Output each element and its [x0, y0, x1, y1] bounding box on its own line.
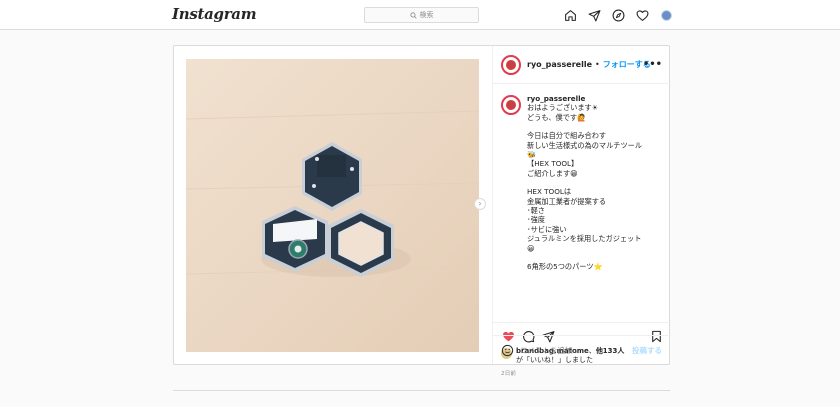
caption-line: ジュラルミンを採用したガジェット [527, 234, 642, 244]
author-avatar[interactable] [501, 54, 521, 75]
post-comment-button[interactable]: 投稿する [632, 345, 662, 356]
home-icon[interactable] [563, 8, 577, 22]
post-card: › ryo_passerelle • フォローする ••• ryo_passer… [173, 45, 671, 377]
caption-username[interactable]: ryo_passerelle [527, 94, 585, 103]
caption-author-avatar[interactable] [501, 95, 521, 115]
caption-text: ryo_passerelle おはようございます☀ どうも、僕です🙋 今日は自分… [527, 94, 642, 322]
caption-line: どうも、僕です🙋 [527, 112, 587, 122]
explore-icon[interactable] [611, 8, 625, 22]
post-caption: ryo_passerelle おはようございます☀ どうも、僕です🙋 今日は自分… [501, 94, 669, 322]
post-photo[interactable] [186, 59, 479, 352]
caption-line [527, 122, 642, 131]
author-username[interactable]: ryo_passerelle [527, 60, 592, 69]
search-placeholder: 検索 [419, 11, 434, 19]
post-date[interactable]: 2日前 [501, 369, 516, 377]
profile-avatar-image [660, 10, 672, 21]
post-header: ryo_passerelle • フォローする ••• [493, 46, 671, 84]
caption-line: 金属加工業者が提案する [527, 196, 607, 206]
direct-icon[interactable] [587, 8, 601, 22]
caption-line: ･サビに強い [527, 224, 567, 234]
search-icon [409, 11, 417, 19]
caption-line: おはようございます☀ [527, 103, 599, 113]
post-actions: brandbag.matome、他133人 が「いいね！」しました 2日前 [493, 322, 671, 377]
caption-line [527, 178, 642, 187]
comment-bar: 投稿する [493, 335, 671, 364]
hex-tool-photo [186, 59, 479, 352]
caption-line: ･軽さ [527, 206, 545, 216]
header-separator: • [595, 60, 600, 69]
more-options-icon[interactable]: ••• [643, 59, 662, 70]
search-box[interactable]: 検索 [364, 7, 479, 23]
comment-input[interactable] [520, 345, 630, 355]
instagram-logo[interactable]: Instagram [172, 5, 257, 23]
next-photo-arrow-icon[interactable]: › [474, 198, 486, 210]
emoji-icon[interactable] [501, 344, 514, 357]
caption-line: ･強度 [527, 215, 545, 225]
activity-heart-icon[interactable] [635, 8, 649, 22]
post-sidebar: ryo_passerelle • フォローする ••• ryo_passerel… [492, 46, 671, 377]
caption-line: 😀 [527, 243, 535, 253]
caption-line: 新しい生活様式の為のマルチツール [527, 140, 643, 150]
caption-line: ご紹介します😁 [527, 168, 578, 178]
caption-line: 今日は自分で組み合わす [527, 131, 607, 141]
caption-line [527, 253, 642, 262]
caption-line: 🐝 [527, 150, 536, 160]
caption-line: 【HEX TOOL】 [527, 159, 579, 169]
top-nav-bar: Instagram 検索 [0, 0, 840, 30]
feed-divider [173, 390, 670, 391]
caption-line: HEX TOOLは [527, 187, 572, 197]
caption-line: 6角形の5つのパーツ⭐ [527, 262, 603, 272]
nav-icons [563, 8, 683, 22]
profile-avatar[interactable] [659, 8, 673, 22]
